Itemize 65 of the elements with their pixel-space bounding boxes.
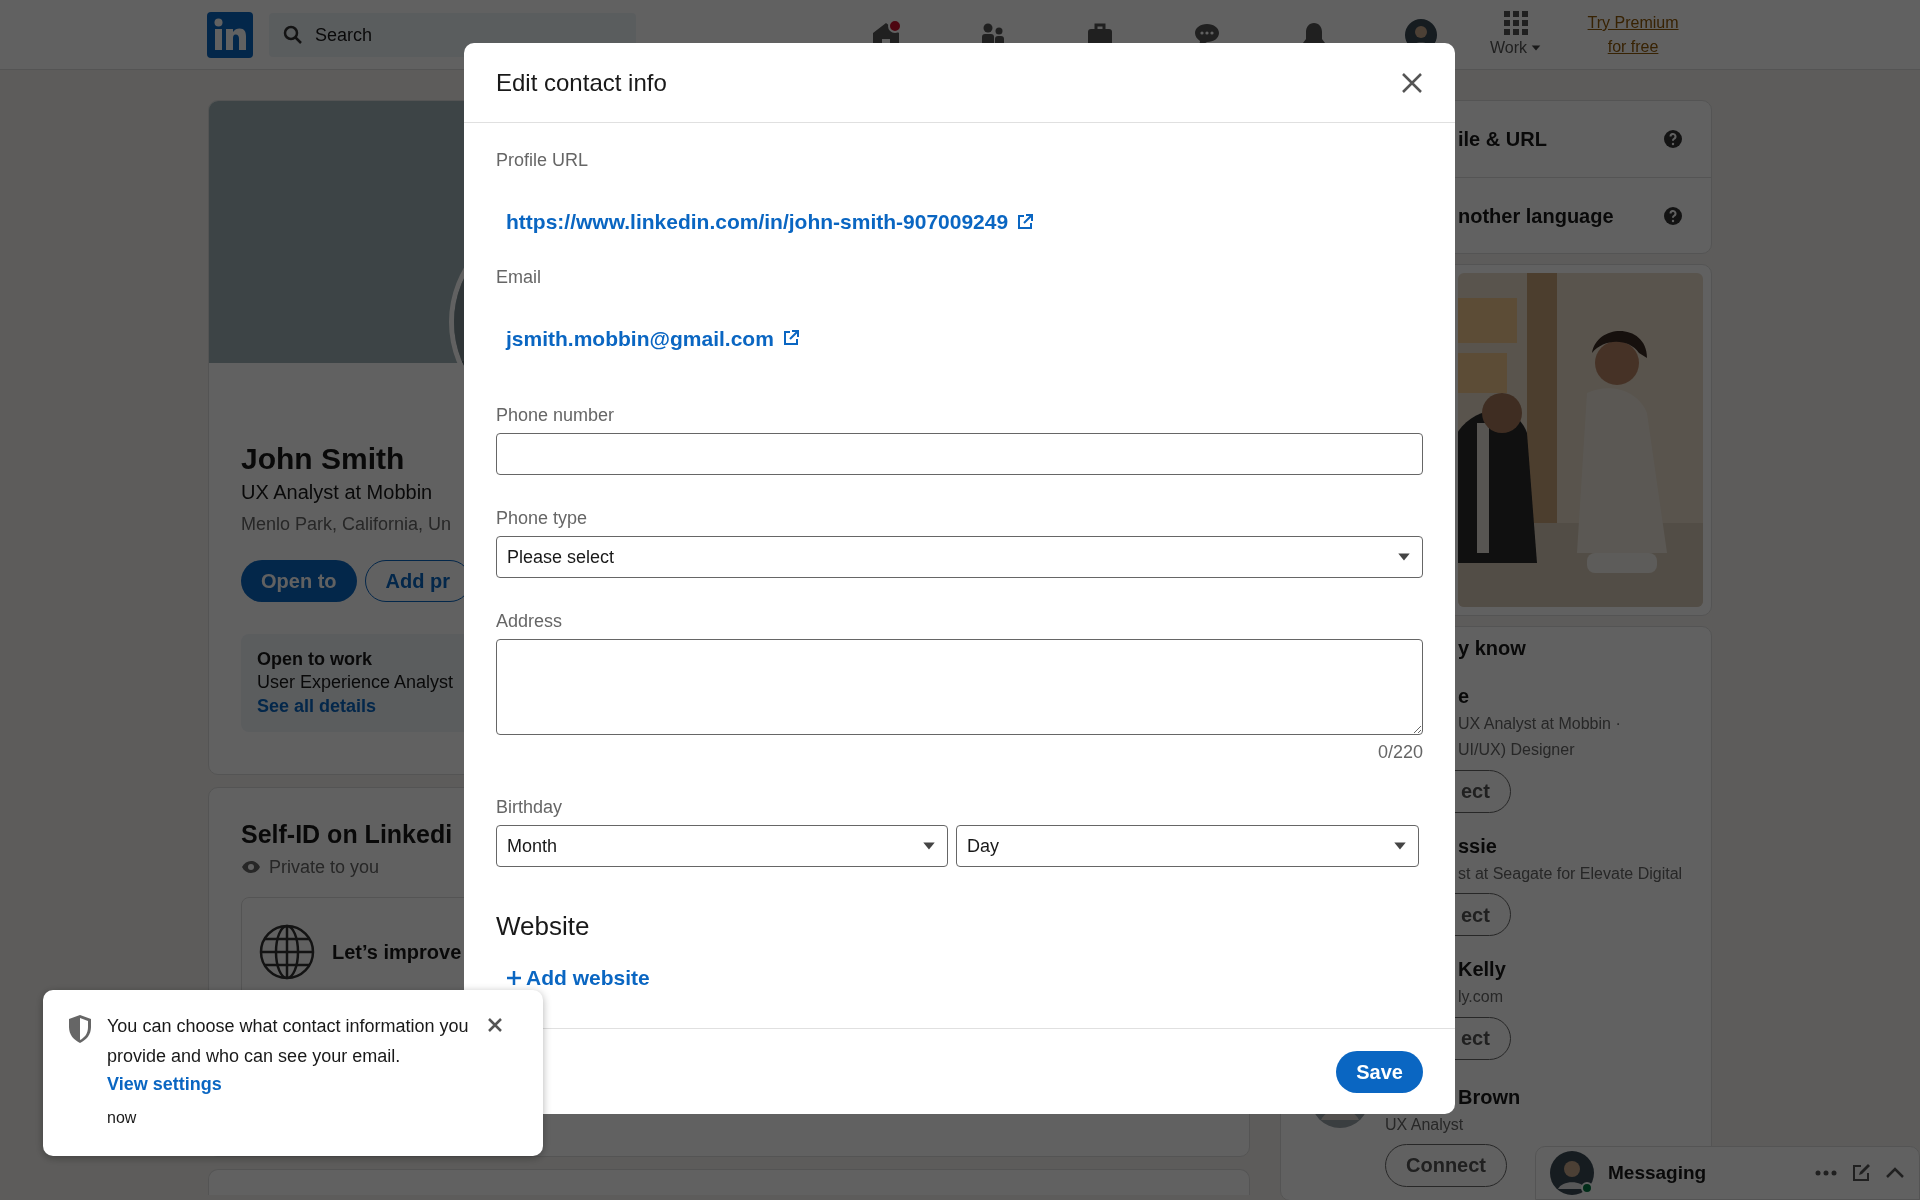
survey-title: Let’s improve (332, 939, 462, 965)
person-name: Kelly (1458, 957, 1506, 983)
external-link-icon[interactable] (1016, 212, 1035, 231)
profile-name: John Smith (241, 441, 405, 477)
open-to-work-roles: User Experience Analyst (257, 671, 455, 695)
settings-link[interactable]: nother language (1458, 200, 1614, 231)
shield-icon (67, 1014, 93, 1044)
grid-icon (1503, 10, 1529, 36)
messaging-title[interactable]: Messaging (1608, 1158, 1801, 1188)
compose-icon[interactable] (1851, 1163, 1871, 1183)
close-button[interactable] (1401, 70, 1423, 95)
phone-type-select[interactable]: Please select (496, 536, 1423, 578)
notification-text: You can choose what contact information you provide and who can see your email. (107, 1015, 470, 1068)
external-link-icon[interactable] (781, 329, 800, 348)
person-headline: st at Seagate for Elevate Digital (1458, 863, 1683, 884)
search-icon (283, 25, 303, 45)
eye-icon (241, 860, 261, 874)
person-headline: UI/UX) Designer (1458, 740, 1575, 761)
more-icon[interactable] (1815, 1170, 1837, 1176)
field-label: Phone type (496, 507, 589, 530)
person-headline: UX Analyst (1385, 1114, 1464, 1135)
person-name: Brown (1458, 1084, 1521, 1110)
plus-icon (506, 969, 522, 986)
avatar (1550, 1151, 1594, 1195)
close-icon (487, 1016, 503, 1033)
privacy-text: Private to you (269, 855, 380, 879)
save-button[interactable]: Save (1336, 1050, 1423, 1093)
open-to-button[interactable]: Open to (241, 560, 357, 602)
person-name: e (1458, 684, 1470, 709)
email-link[interactable]: jsmith.mobbin@gmail.com (506, 322, 774, 354)
see-details-link[interactable]: See all details (257, 695, 377, 716)
person-name: ssie (1458, 833, 1497, 859)
field-label: Birthday (496, 796, 564, 819)
month-select[interactable]: Month (496, 825, 948, 867)
character-counter: 0/220 (1377, 741, 1423, 764)
card-title: Self-ID on Linkedi (241, 819, 453, 850)
section-title: Website (496, 910, 591, 943)
premium-link[interactable]: Try Premium for free (1578, 11, 1689, 59)
settings-link[interactable]: ile & URL (1458, 124, 1547, 154)
person-headline: UX Analyst at Mobbin · (1458, 714, 1621, 734)
logo[interactable] (207, 12, 253, 58)
profile-location: Menlo Park, California, Un (241, 513, 452, 536)
phone-number-field[interactable] (496, 433, 1423, 475)
help-icon[interactable] (1663, 205, 1683, 226)
open-to-work-title: Open to work (257, 648, 373, 671)
day-select[interactable]: Day (956, 825, 1419, 867)
close-icon (1401, 72, 1423, 95)
person-headline: ly.com (1458, 987, 1504, 1008)
globe-icon (258, 922, 316, 981)
field-label: Phone number (496, 404, 616, 427)
timestamp: now (107, 1108, 138, 1129)
profile-headline: UX Analyst at Mobbin (241, 480, 433, 505)
profile-link[interactable]: https://www.linkedin.com/in/john-smith-907009249 (506, 206, 1009, 238)
modal-title: Edit contact info (496, 67, 667, 98)
work-menu[interactable]: Work (1490, 10, 1543, 60)
field-label: Address (496, 610, 564, 633)
address-field[interactable] (496, 639, 1423, 735)
card-title: y know (1457, 636, 1527, 661)
field-label: Email (496, 265, 542, 289)
view-settings-link[interactable]: View settings (107, 1071, 222, 1099)
connect-button[interactable]: Connect (1385, 1143, 1507, 1187)
help-icon[interactable] (1663, 129, 1683, 149)
field-label: Profile URL (496, 149, 590, 172)
chevron-icon[interactable] (1885, 1167, 1905, 1179)
add-website-button[interactable]: Add website (496, 962, 660, 994)
